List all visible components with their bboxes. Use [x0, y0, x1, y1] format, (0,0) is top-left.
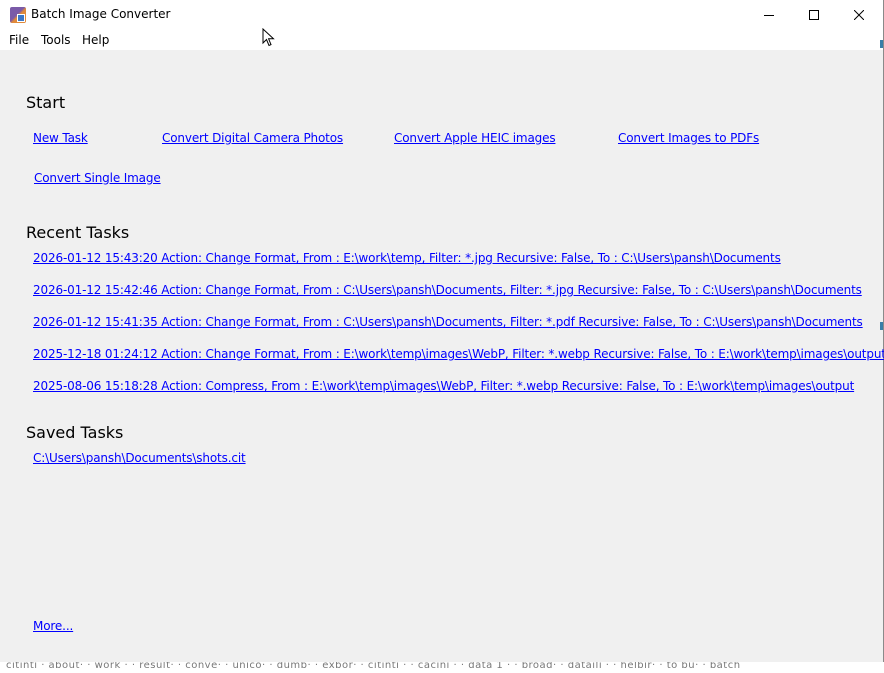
- background-taskbar-strip: citinti · about· · work · · result· · co…: [0, 662, 884, 673]
- recent-task-item[interactable]: 2026-01-12 15:41:35 Action: Change Forma…: [33, 315, 863, 329]
- menu-tools[interactable]: Tools: [41, 33, 71, 47]
- recent-tasks-heading: Recent Tasks: [26, 223, 130, 242]
- saved-tasks-heading: Saved Tasks: [26, 423, 124, 442]
- start-heading: Start: [26, 93, 66, 112]
- convert-digital-camera-link[interactable]: Convert Digital Camera Photos: [162, 131, 343, 145]
- recent-task-item[interactable]: 2026-01-12 15:42:46 Action: Change Forma…: [33, 283, 862, 297]
- close-button[interactable]: [836, 0, 882, 30]
- background-taskbar-text: citinti · about· · work · · result· · co…: [6, 662, 741, 671]
- saved-task-item[interactable]: C:\Users\pansh\Documents\shots.cit: [33, 451, 246, 465]
- close-icon: [854, 10, 864, 20]
- convert-single-image-link[interactable]: Convert Single Image: [34, 171, 161, 185]
- background-window-edge: [880, 40, 883, 48]
- window-title: Batch Image Converter: [31, 7, 171, 21]
- more-link[interactable]: More...: [33, 619, 73, 633]
- menu-bar: File Tools Help: [0, 30, 883, 50]
- background-window-edge: [880, 322, 883, 330]
- mouse-cursor-icon: [262, 28, 275, 47]
- main-content: Start New Task Convert Digital Camera Ph…: [0, 50, 884, 668]
- menu-file[interactable]: File: [9, 33, 29, 47]
- minimize-button[interactable]: [746, 0, 792, 30]
- menu-help[interactable]: Help: [82, 33, 109, 47]
- maximize-icon: [809, 10, 819, 20]
- app-icon: [10, 7, 26, 23]
- convert-heic-link[interactable]: Convert Apple HEIC images: [394, 131, 556, 145]
- recent-task-item[interactable]: 2025-12-18 01:24:12 Action: Change Forma…: [33, 347, 884, 361]
- convert-to-pdfs-link[interactable]: Convert Images to PDFs: [618, 131, 759, 145]
- maximize-button[interactable]: [791, 0, 837, 30]
- title-bar[interactable]: Batch Image Converter: [0, 0, 883, 30]
- minimize-icon: [764, 15, 774, 16]
- recent-task-item[interactable]: 2026-01-12 15:43:20 Action: Change Forma…: [33, 251, 781, 265]
- app-window: Batch Image Converter File Tools Help St…: [0, 0, 884, 668]
- recent-task-item[interactable]: 2025-08-06 15:18:28 Action: Compress, Fr…: [33, 379, 854, 393]
- new-task-link[interactable]: New Task: [33, 131, 88, 145]
